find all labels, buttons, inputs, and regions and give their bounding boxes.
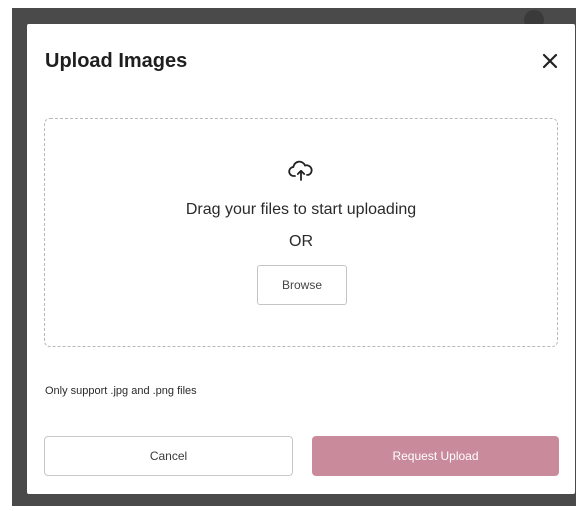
close-button[interactable]: [537, 48, 563, 74]
drag-instruction: Drag your files to start uploading: [185, 201, 417, 218]
or-separator: OR: [289, 233, 313, 250]
cloud-upload-icon: [288, 160, 313, 181]
file-dropzone[interactable]: Drag your files to start uploading OR Br…: [44, 118, 558, 347]
request-upload-button[interactable]: Request Upload: [312, 436, 559, 476]
browse-button[interactable]: Browse: [257, 265, 347, 305]
file-type-note: Only support .jpg and .png files: [45, 385, 197, 397]
upload-images-dialog: Upload Images Drag your files to start u…: [27, 24, 575, 494]
close-icon: [542, 53, 558, 69]
cancel-button[interactable]: Cancel: [44, 436, 293, 476]
dialog-title: Upload Images: [45, 50, 188, 72]
